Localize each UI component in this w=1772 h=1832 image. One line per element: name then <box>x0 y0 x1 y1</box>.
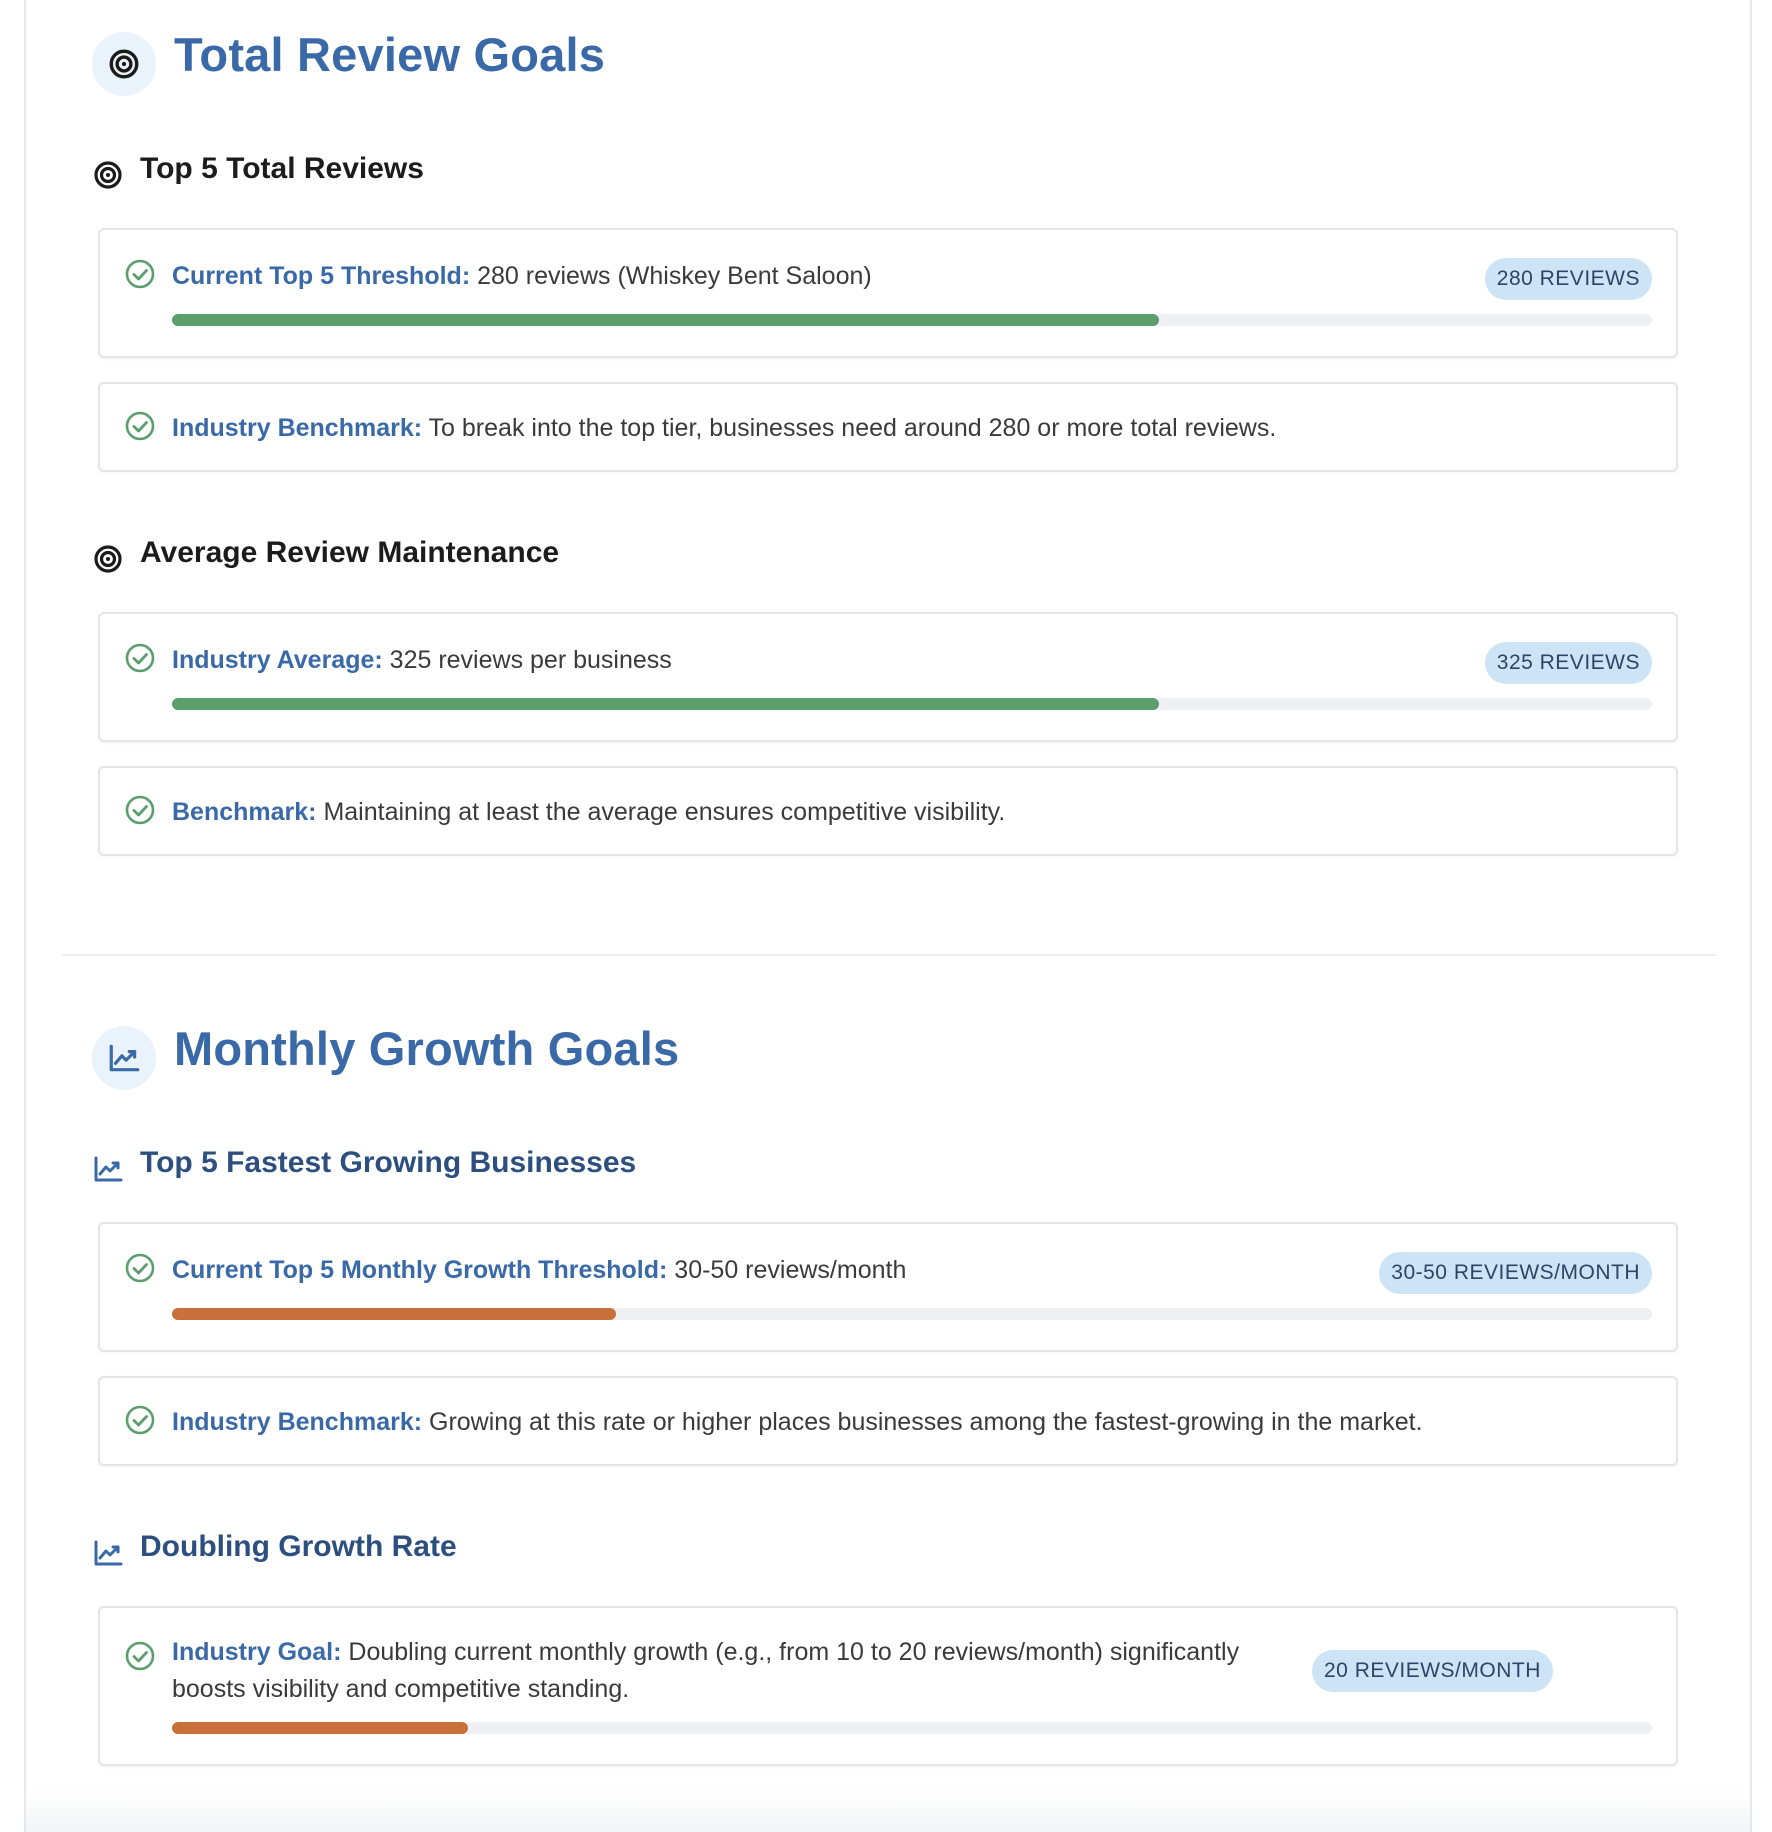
subsection-header: Top 5 Fastest Growing Businesses <box>92 1138 1716 1188</box>
card-label: Current Top 5 Threshold: <box>172 262 471 290</box>
card-label: Benchmark: <box>172 798 317 826</box>
card-text: Industry Goal: Doubling current monthly … <box>172 1634 1312 1708</box>
target-icon <box>92 159 124 191</box>
target-icon <box>92 543 124 575</box>
card-label: Industry Average: <box>172 646 383 674</box>
status-badge: 280 REVIEWS <box>1484 258 1652 300</box>
subsection-title: Doubling Growth Rate <box>140 1530 457 1563</box>
check-circle-icon <box>124 794 156 826</box>
goal-card: Current Top 5 Monthly Growth Threshold: … <box>98 1222 1678 1352</box>
subsection-header: Doubling Growth Rate <box>92 1522 1716 1572</box>
card-text: Current Top 5 Threshold: 280 reviews (Wh… <box>172 258 1485 295</box>
progress-fill <box>172 1722 468 1734</box>
card-text: Current Top 5 Monthly Growth Threshold: … <box>172 1252 1379 1289</box>
status-badge: 30-50 REVIEWS/MONTH <box>1379 1252 1652 1294</box>
trending-up-icon <box>92 1537 124 1569</box>
card-label: Industry Benchmark: <box>172 1408 423 1436</box>
goal-card: Industry Benchmark: Growing at this rate… <box>98 1376 1678 1466</box>
section-monthly-growth-goals: Monthly Growth Goals Top 5 Fastest Growi… <box>62 1000 1716 1766</box>
goal-card: Industry Goal: Doubling current monthly … <box>98 1606 1678 1766</box>
progress-fill <box>172 698 1160 710</box>
subsection-title: Top 5 Total Reviews <box>140 152 424 185</box>
goal-card: Current Top 5 Threshold: 280 reviews (Wh… <box>98 228 1678 358</box>
section-divider <box>62 954 1716 956</box>
progress-fill <box>172 314 1160 326</box>
trending-up-icon <box>92 1153 124 1185</box>
check-circle-icon <box>124 1252 156 1284</box>
subsection-title: Average Review Maintenance <box>140 536 560 569</box>
subsection-header: Average Review Maintenance <box>92 528 1716 578</box>
target-icon <box>92 32 156 96</box>
status-badge: 20 REVIEWS/MONTH <box>1312 1650 1553 1692</box>
card-text: Benchmark: Maintaining at least the aver… <box>172 794 1676 831</box>
card-value: Growing at this rate or higher places bu… <box>422 1408 1423 1436</box>
check-circle-icon <box>124 1640 156 1672</box>
card-value: 325 reviews per business <box>382 646 672 674</box>
progress-bar <box>172 1308 1652 1320</box>
progress-bar <box>172 314 1652 326</box>
card-value: 280 reviews (Whiskey Bent Saloon) <box>470 262 872 290</box>
section-header: Total Review Goals <box>92 6 1716 102</box>
goal-card: Benchmark: Maintaining at least the aver… <box>98 766 1678 856</box>
card-label: Industry Benchmark: <box>172 414 423 442</box>
card-text: Industry Benchmark: To break into the to… <box>172 410 1676 447</box>
status-badge: 325 REVIEWS <box>1484 642 1652 684</box>
card-label: Industry Goal: <box>172 1638 342 1666</box>
card-value: 30-50 reviews/month <box>667 1256 907 1284</box>
card-value: To break into the top tier, businesses n… <box>422 414 1277 442</box>
goal-card: Industry Benchmark: To break into the to… <box>98 382 1678 472</box>
section-header: Monthly Growth Goals <box>92 1000 1716 1096</box>
check-circle-icon <box>124 410 156 442</box>
section-total-review-goals: Total Review Goals Top 5 Total Reviews C… <box>62 6 1716 856</box>
section-title: Monthly Growth Goals <box>174 1021 680 1075</box>
progress-bar <box>172 1722 1652 1734</box>
card-text: Industry Average: 325 reviews per busine… <box>172 642 1485 679</box>
goal-card: Industry Average: 325 reviews per busine… <box>98 612 1678 742</box>
bottom-fade <box>26 1788 1750 1832</box>
card-text: Industry Benchmark: Growing at this rate… <box>172 1404 1676 1441</box>
subsection-title: Top 5 Fastest Growing Businesses <box>140 1146 637 1179</box>
card-label: Current Top 5 Monthly Growth Threshold: <box>172 1256 668 1284</box>
check-circle-icon <box>124 642 156 674</box>
progress-bar <box>172 698 1652 710</box>
progress-fill <box>172 1308 616 1320</box>
subsection-header: Top 5 Total Reviews <box>92 144 1716 194</box>
check-circle-icon <box>124 1404 156 1436</box>
card-value: Maintaining at least the average ensures… <box>316 798 1006 826</box>
check-circle-icon <box>124 258 156 290</box>
section-title: Total Review Goals <box>174 27 606 81</box>
trending-up-icon <box>92 1026 156 1090</box>
